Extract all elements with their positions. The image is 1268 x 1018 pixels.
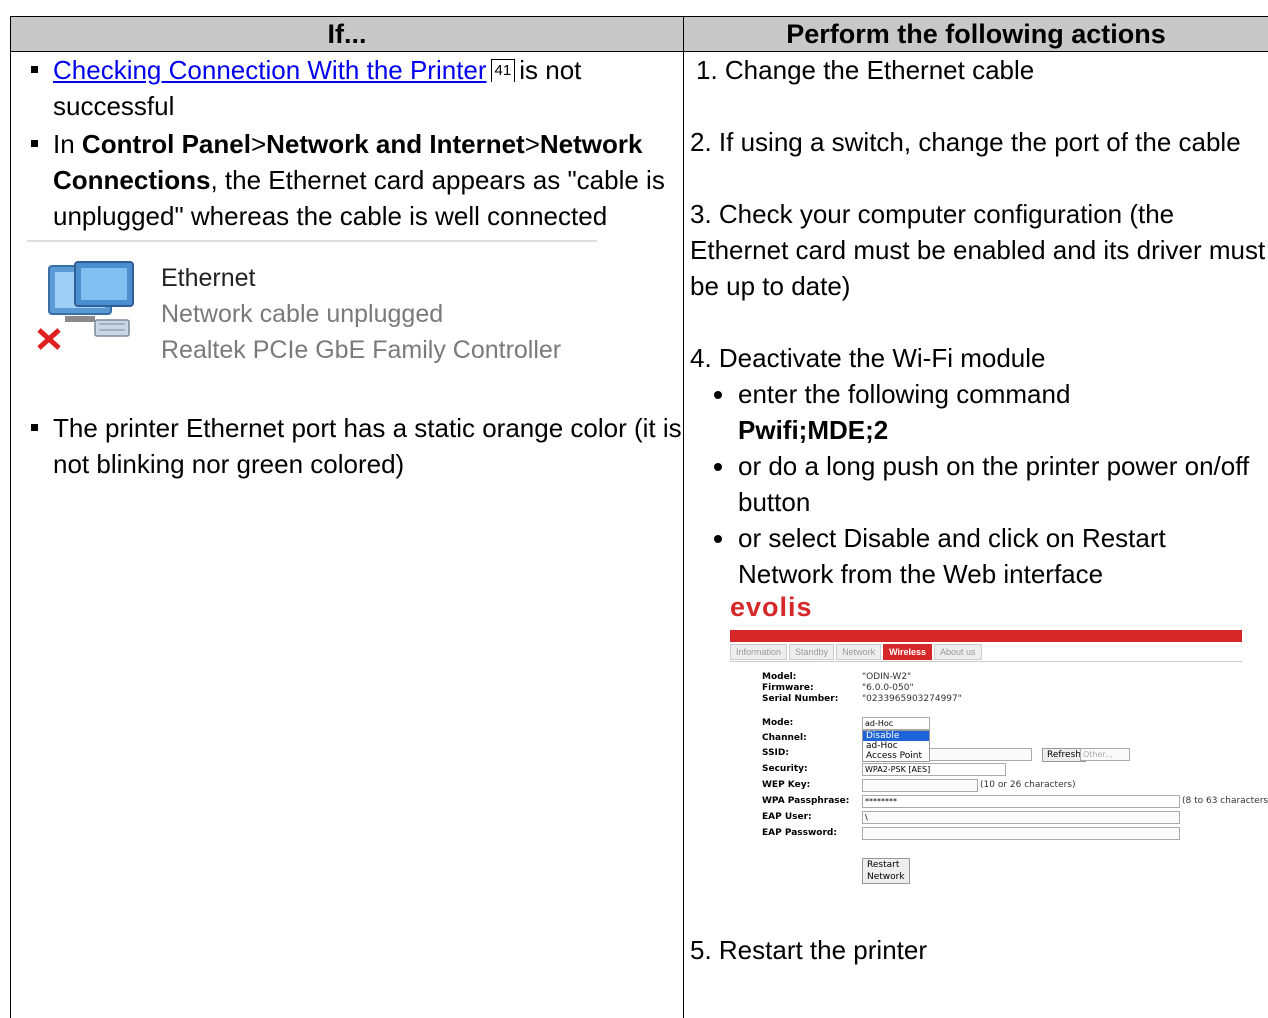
condition-bullet-3: The printer Ethernet port has a static o… (11, 410, 683, 482)
eap-password-input[interactable] (862, 827, 1180, 840)
wep-key-hint: (10 or 26 characters) (980, 780, 1076, 790)
eap-user-label: EAP User: (762, 812, 812, 822)
checking-connection-link[interactable]: Checking Connection With the Printer (53, 55, 487, 85)
serial-value: "0233965903274997" (862, 694, 962, 704)
model-label: Model: (762, 672, 796, 682)
eap-password-label: EAP Password: (762, 828, 837, 838)
condition-3-text: The printer Ethernet port has a static o… (53, 413, 682, 479)
network-internet-label: Network and Internet (266, 129, 525, 159)
bullet-dot-icon (714, 391, 722, 399)
wep-key-label: WEP Key: (762, 780, 810, 790)
header-actions: Perform the following actions (684, 17, 1268, 52)
wpa-passphrase-hint: (8 to 63 characters) (1182, 796, 1268, 806)
actions-cell: 1. Change the Ethernet cable 2. If using… (684, 52, 1268, 1018)
table-row: Checking Connection With the Printer41is… (11, 52, 1268, 1018)
wep-key-input[interactable] (862, 779, 978, 792)
firmware-label: Firmware: (762, 683, 814, 693)
restart-network-button[interactable]: Restart Network (862, 858, 910, 884)
tab-network[interactable]: Network (836, 644, 881, 660)
condition-bullet-2: In Control Panel>Network and Internet>Ne… (11, 126, 683, 234)
serial-label: Serial Number: (762, 694, 838, 704)
eap-user-input[interactable]: \ (862, 811, 1180, 824)
path-separator: > (251, 129, 266, 159)
network-adapter-disconnected-icon (35, 260, 145, 350)
action-step-4: 4. Deactivate the Wi-Fi module (690, 340, 1268, 376)
tab-wireless[interactable]: Wireless (883, 644, 932, 660)
wifi-command: Pwifi;MDE;2 (738, 415, 888, 445)
tab-information[interactable]: Information (730, 644, 787, 660)
security-label: Security: (762, 764, 808, 774)
condition-2-prefix: In (53, 129, 82, 159)
wpa-passphrase-label: WPA Passphrase: (762, 796, 849, 806)
ssid-label: SSID: (762, 748, 789, 758)
wpa-passphrase-input[interactable]: ******** (862, 795, 1180, 808)
other-select[interactable]: Other... (1080, 748, 1130, 761)
mode-option-adhoc[interactable]: ad-Hoc (863, 741, 929, 751)
conditions-cell: Checking Connection With the Printer41is… (11, 52, 684, 1018)
action-step-1: 1. Change the Ethernet cable (690, 52, 1268, 88)
troubleshooting-table: If... Perform the following actions Chec… (10, 16, 1268, 1018)
control-panel-label: Control Panel (82, 129, 251, 159)
substep-1-text: enter the following command (738, 379, 1070, 409)
web-tabs: Information Standby Network Wireless Abo… (730, 644, 982, 660)
brand-bar (730, 630, 1242, 642)
header-if: If... (11, 17, 684, 52)
model-value: "ODIN-W2" (862, 672, 911, 682)
page-reference[interactable]: 41 (491, 59, 516, 82)
condition-bullet-1: Checking Connection With the Printer41is… (11, 52, 683, 124)
divider (27, 240, 597, 242)
web-interface-screenshot: evolis Information Standby Network Wirel… (700, 592, 1268, 942)
table-header-row: If... Perform the following actions (11, 17, 1268, 52)
mode-option-access-point[interactable]: Access Point (863, 751, 929, 761)
action-step-3: 3. Check your computer configuration (th… (690, 196, 1268, 304)
action-step-2: 2. If using a switch, change the port of… (690, 124, 1268, 160)
square-bullet-icon (31, 424, 38, 431)
square-bullet-icon (31, 140, 38, 147)
action-substep-3: or select Disable and click on Restart N… (690, 520, 1268, 592)
mode-option-disable[interactable]: Disable (863, 731, 929, 741)
evolis-logo: evolis (730, 592, 813, 623)
ethernet-adapter-card: Ethernet Network cable unplugged Realtek… (11, 240, 683, 350)
path-separator: > (525, 129, 540, 159)
bullet-dot-icon (714, 535, 722, 543)
mode-select[interactable]: ad-Hoc (862, 717, 930, 730)
tab-about-us[interactable]: About us (934, 644, 982, 660)
tabs-underline (730, 661, 1242, 662)
substep-3-text: or select Disable and click on Restart N… (738, 523, 1166, 589)
substep-2-text: or do a long push on the printer power o… (738, 451, 1249, 517)
square-bullet-icon (31, 66, 38, 73)
mode-label: Mode: (762, 718, 793, 728)
action-substep-2: or do a long push on the printer power o… (690, 448, 1268, 520)
bullet-dot-icon (714, 463, 722, 471)
channel-label: Channel: (762, 733, 807, 743)
document-page: If... Perform the following actions Chec… (0, 0, 1268, 996)
security-select[interactable]: WPA2-PSK [AES] (862, 763, 1006, 776)
tab-standby[interactable]: Standby (789, 644, 834, 660)
adapter-model: Realtek PCIe GbE Family Controller (161, 336, 561, 365)
action-substep-1: enter the following command Pwifi;MDE;2 (690, 376, 1268, 448)
adapter-name: Ethernet (161, 264, 256, 293)
adapter-status: Network cable unplugged (161, 300, 443, 329)
mode-dropdown-list[interactable]: Disable ad-Hoc Access Point (862, 730, 930, 762)
firmware-value: "6.0.0-050" (862, 683, 914, 693)
